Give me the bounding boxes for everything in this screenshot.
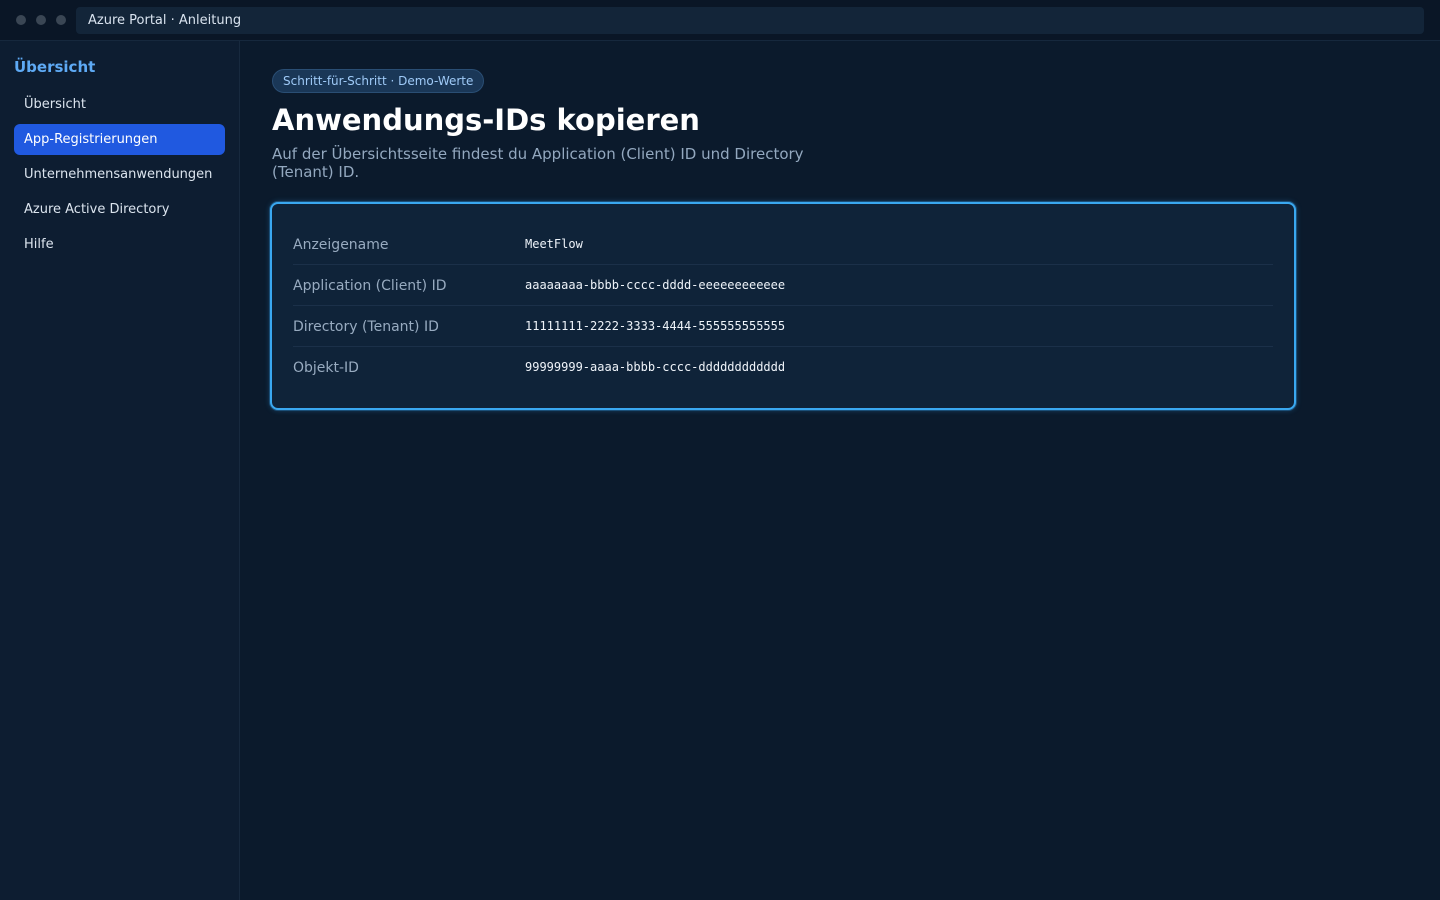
detail-value[interactable]: MeetFlow bbox=[525, 237, 583, 251]
address-bar[interactable]: Azure Portal · Anleitung bbox=[76, 7, 1424, 34]
detail-row-display-name: Anzeigename MeetFlow bbox=[293, 224, 1273, 265]
sidebar: Übersicht Übersicht App-Registrierungen … bbox=[0, 41, 240, 900]
detail-label: Objekt-ID bbox=[293, 360, 359, 376]
page-title: Anwendungs-IDs kopieren bbox=[272, 103, 700, 137]
sidebar-item-help[interactable]: Hilfe bbox=[14, 229, 225, 260]
title-bar: Azure Portal · Anleitung bbox=[0, 0, 1440, 41]
step-badge: Schritt-für-Schritt · Demo-Werte bbox=[272, 69, 485, 93]
sidebar-item-azure-ad[interactable]: Azure Active Directory bbox=[14, 194, 225, 225]
detail-row-object-id: Objekt-ID 99999999-aaaa-bbbb-cccc-dddddd… bbox=[293, 347, 1273, 388]
main-content: Schritt-für-Schritt · Demo-Werte Anwendu… bbox=[241, 41, 1440, 900]
detail-row-client-id: Application (Client) ID aaaaaaaa-bbbb-cc… bbox=[293, 265, 1273, 306]
detail-row-tenant-id: Directory (Tenant) ID 11111111-2222-3333… bbox=[293, 306, 1273, 347]
sidebar-item-app-registrations[interactable]: App-Registrierungen bbox=[14, 124, 225, 155]
detail-value[interactable]: aaaaaaaa-bbbb-cccc-dddd-eeeeeeeeeeee bbox=[525, 278, 785, 292]
window-minimize-dot[interactable] bbox=[36, 15, 46, 25]
page-subtitle: Auf der Übersichtsseite findest du Appli… bbox=[272, 145, 804, 181]
detail-label: Application (Client) ID bbox=[293, 278, 447, 294]
detail-value[interactable]: 99999999-aaaa-bbbb-cccc-dddddddddddd bbox=[525, 360, 785, 374]
detail-label: Anzeigename bbox=[293, 237, 389, 253]
window-close-dot[interactable] bbox=[16, 15, 26, 25]
sidebar-item-enterprise-apps[interactable]: Unternehmensanwendungen bbox=[14, 159, 225, 190]
sidebar-item-overview[interactable]: Übersicht bbox=[14, 89, 225, 120]
detail-label: Directory (Tenant) ID bbox=[293, 319, 439, 335]
sidebar-title: Übersicht bbox=[14, 58, 96, 76]
detail-value[interactable]: 11111111-2222-3333-4444-555555555555 bbox=[525, 319, 785, 333]
window-maximize-dot[interactable] bbox=[56, 15, 66, 25]
app-details-card: Anzeigename MeetFlow Application (Client… bbox=[270, 202, 1296, 410]
